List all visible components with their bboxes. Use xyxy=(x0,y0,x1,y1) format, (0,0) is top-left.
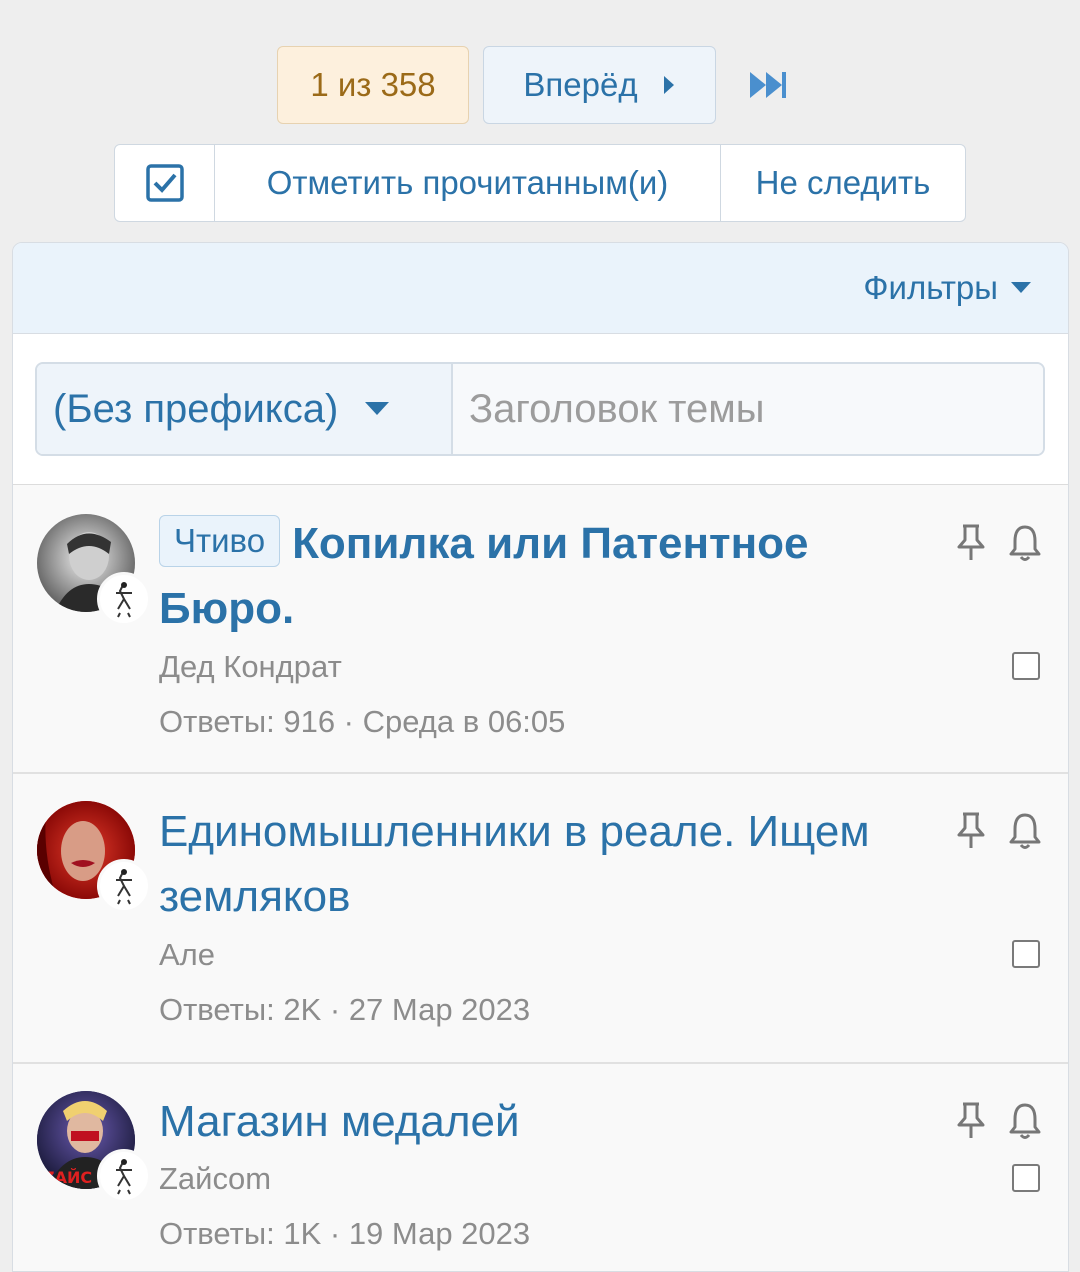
bell-icon[interactable] xyxy=(1007,811,1043,851)
thread-author[interactable]: Дед Кондрат xyxy=(159,649,342,685)
prefix-select[interactable]: (Без префикса) xyxy=(37,364,453,454)
panel-header: Фильтры xyxy=(13,243,1068,334)
svg-text:ZAЙC: ZAЙC xyxy=(43,1168,92,1187)
page-indicator-label: 1 из 358 xyxy=(310,66,436,103)
list-item[interactable]: ZAЙC Магазин медалей Zaйcom Ответы: 1K ·… xyxy=(13,1064,1068,1271)
unwatch-label: Не следить xyxy=(755,164,931,201)
bell-icon[interactable] xyxy=(1007,1101,1043,1141)
thread-select-checkbox[interactable] xyxy=(1012,1164,1040,1192)
list-item[interactable]: Единомышленники в реале. Ищем земляков А… xyxy=(13,774,1068,1064)
mark-read-label: Отметить прочитанным(и) xyxy=(266,164,669,201)
pin-icon xyxy=(957,1102,985,1138)
new-thread-form: (Без префикса) xyxy=(35,362,1045,456)
checkbox-checked-icon xyxy=(145,164,184,202)
thread-author[interactable]: Zaйcom xyxy=(159,1161,271,1197)
thread-title-input[interactable] xyxy=(453,364,1043,454)
thread-prefix-badge[interactable]: Чтиво xyxy=(159,515,281,568)
mark-read-button[interactable]: Отметить прочитанным(и) xyxy=(215,145,721,221)
thread-select-checkbox[interactable] xyxy=(1012,940,1040,968)
thread-title[interactable]: Магазин медалей xyxy=(159,1089,929,1154)
thread-select-checkbox[interactable] xyxy=(1012,652,1040,680)
filters-label: Фильтры xyxy=(863,269,998,306)
last-poster-avatar[interactable] xyxy=(97,859,151,913)
filters-button[interactable]: Фильтры xyxy=(863,269,1032,307)
thread-actions-bar: Отметить прочитанным(и) Не следить xyxy=(114,144,966,222)
page-indicator[interactable]: 1 из 358 xyxy=(277,46,469,124)
chevron-down-icon xyxy=(1011,282,1031,293)
thread-meta: Ответы: 2K · 27 Мар 2023 xyxy=(159,992,531,1027)
pin-icon xyxy=(957,812,985,848)
bell-icon[interactable] xyxy=(1007,523,1043,563)
unwatch-button[interactable]: Не следить xyxy=(721,145,965,221)
caret-right-icon xyxy=(663,76,674,94)
thread-meta: Ответы: 916 · Среда в 06:05 xyxy=(159,704,566,739)
thread-list-panel: Фильтры (Без префикса) Заголовок темы Чт… xyxy=(12,242,1069,1272)
chevron-down-icon xyxy=(365,402,390,415)
next-page-label: Вперёд xyxy=(523,66,638,103)
select-all-button[interactable] xyxy=(115,145,215,221)
prefix-select-value: (Без префикса) xyxy=(53,386,339,431)
last-poster-avatar[interactable] xyxy=(97,1149,151,1203)
new-thread-row: (Без префикса) xyxy=(13,334,1068,485)
last-poster-avatar[interactable] xyxy=(97,572,151,626)
list-item[interactable]: Чтиво Копилка или Патентное Бюро. Дед Кон… xyxy=(13,484,1068,774)
next-page-button[interactable]: Вперёд xyxy=(483,46,716,124)
thread-author[interactable]: Але xyxy=(159,937,215,973)
thread-title[interactable]: Чтиво Копилка или Патентное Бюро. xyxy=(159,511,929,641)
last-page-icon[interactable] xyxy=(748,70,788,100)
thread-title[interactable]: Единомышленники в реале. Ищем земляков xyxy=(159,799,929,929)
thread-meta: Ответы: 1K · 19 Мар 2023 xyxy=(159,1216,531,1251)
pin-icon xyxy=(957,524,985,560)
